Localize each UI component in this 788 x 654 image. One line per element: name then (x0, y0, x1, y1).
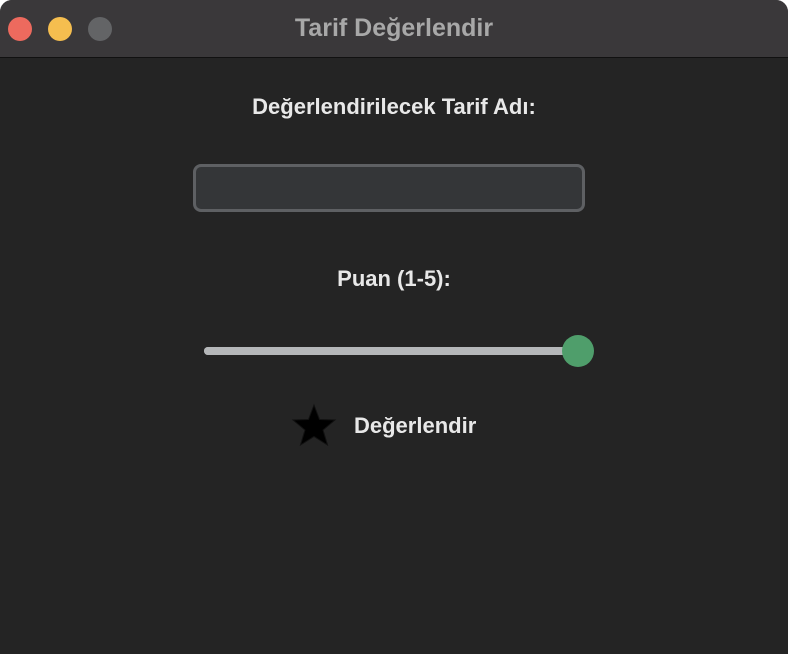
score-slider[interactable] (202, 330, 598, 372)
score-label: Puan (1-5): (337, 266, 451, 291)
rate-button-label: Değerlendir (354, 413, 477, 438)
recipe-name-input[interactable] (193, 164, 585, 212)
star-icon (291, 403, 337, 447)
title-bar: Tarif Değerlendir (0, 0, 788, 58)
recipe-name-label: Değerlendirilecek Tarif Adı: (252, 94, 536, 119)
slider-fill (204, 347, 578, 355)
window-title: Tarif Değerlendir (294, 14, 494, 42)
slider-thumb[interactable] (562, 335, 594, 367)
rate-button[interactable]: Değerlendir (290, 402, 476, 450)
rate-recipe-window: Tarif Değerlendir Değerlendirilecek Tari… (0, 0, 788, 654)
